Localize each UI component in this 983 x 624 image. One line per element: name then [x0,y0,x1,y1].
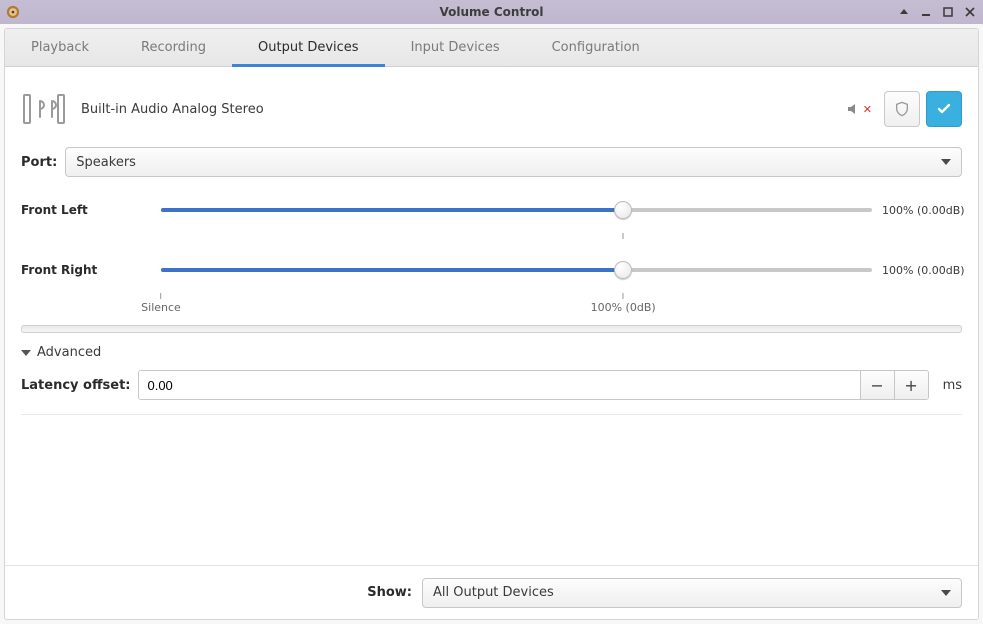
maximize-button[interactable] [941,5,955,19]
latency-input[interactable] [139,371,859,399]
minimize-button[interactable] [919,5,933,19]
volume-slider[interactable] [161,260,872,280]
volume-value: 100% (0.00dB) [882,204,962,217]
app-window: Playback Recording Output Devices Input … [4,28,979,620]
channel-label: Front Right [21,263,151,277]
advanced-expander[interactable]: Advanced [21,345,962,360]
slider-scale: Silence 100% (0dB) [161,293,872,311]
chevron-down-icon [941,159,951,165]
lock-channels-button[interactable] [884,91,920,127]
slider-handle[interactable] [614,201,632,219]
device-name: Built-in Audio Analog Stereo [81,102,264,117]
chevron-down-icon [941,590,951,596]
tab-configuration[interactable]: Configuration [526,29,666,66]
slider-front-left: Front Left 100% (0.00dB) [21,195,962,225]
rollup-button[interactable] [897,5,911,19]
footer-bar: Show: All Output Devices [5,565,978,619]
tab-label: Configuration [552,40,640,55]
latency-increment-button[interactable]: + [894,371,928,399]
tab-recording[interactable]: Recording [115,29,232,66]
tick-silence: Silence [141,293,181,314]
channel-label: Front Left [21,203,151,217]
port-label: Port: [21,155,57,170]
latency-unit: ms [943,378,962,393]
window-titlebar: Volume Control [0,0,983,24]
volume-slider[interactable] [161,200,872,220]
mute-button[interactable]: ✕ [840,95,878,123]
sound-card-icon [21,89,67,129]
app-icon [6,5,26,19]
latency-spinbox: − + [138,370,928,400]
tab-label: Input Devices [411,40,500,55]
chevron-down-icon [21,350,31,356]
port-row: Port: Speakers [21,147,962,177]
tab-playback[interactable]: Playback [5,29,115,66]
latency-decrement-button[interactable]: − [860,371,894,399]
tab-output-devices[interactable]: Output Devices [232,29,385,66]
port-select[interactable]: Speakers [65,147,962,177]
tick-0db [623,233,624,241]
slider-handle[interactable] [614,261,632,279]
tick-0db: 100% (0dB) [591,293,656,314]
tab-label: Recording [141,40,206,55]
vu-meter [21,325,962,333]
volume-value: 100% (0.00dB) [882,264,962,277]
output-devices-panel: Built-in Audio Analog Stereo ✕ Port: Spe… [5,67,978,565]
set-default-button[interactable] [926,91,962,127]
notebook-tabs: Playback Recording Output Devices Input … [5,29,978,67]
latency-row: Latency offset: − + ms [21,370,962,415]
slider-scale [161,233,872,251]
window-title: Volume Control [0,5,983,19]
close-button[interactable] [963,5,977,19]
show-value: All Output Devices [433,585,554,600]
device-header: Built-in Audio Analog Stereo ✕ [21,89,962,129]
channel-sliders: Front Left 100% (0.00dB) Front Right 100… [21,195,962,315]
show-select[interactable]: All Output Devices [422,578,962,608]
slider-front-right: Front Right 100% (0.00dB) [21,255,962,285]
tab-label: Playback [31,40,89,55]
tab-input-devices[interactable]: Input Devices [385,29,526,66]
latency-label: Latency offset: [21,378,130,393]
show-label: Show: [367,585,412,600]
port-value: Speakers [76,155,136,170]
tab-label: Output Devices [258,40,359,55]
mute-x-icon: ✕ [863,103,872,116]
advanced-label: Advanced [37,345,101,360]
